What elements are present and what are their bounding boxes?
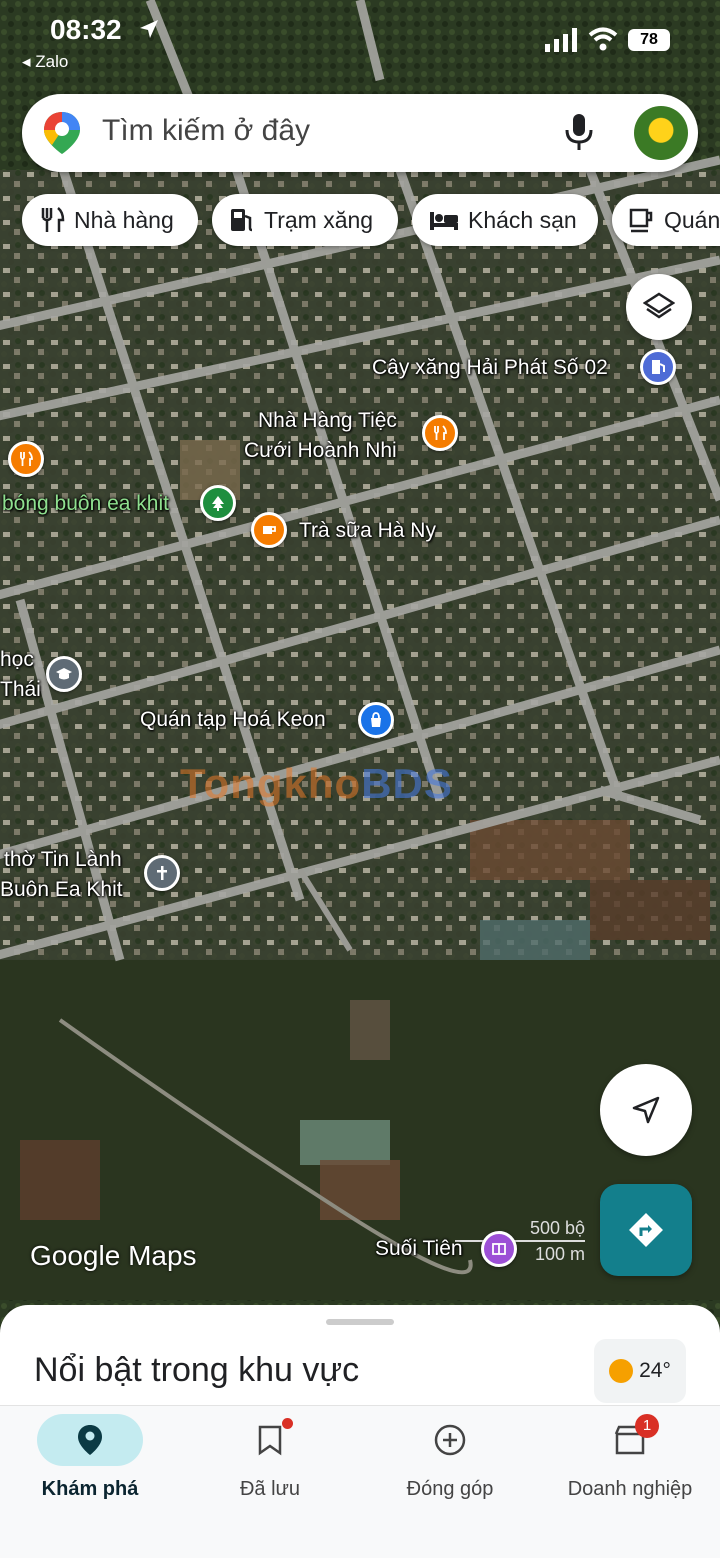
saved-notification-dot	[282, 1418, 293, 1429]
cross-icon	[157, 866, 167, 880]
attraction-pin[interactable]	[481, 1231, 517, 1267]
weather-chip[interactable]: 24°	[594, 1339, 686, 1403]
signal-icon	[545, 28, 577, 52]
avatar[interactable]	[634, 106, 688, 160]
tree-icon	[212, 496, 224, 511]
microphone-icon[interactable]	[562, 112, 596, 154]
back-to-app-link[interactable]: ◂ Zalo	[22, 52, 68, 72]
directions-icon	[629, 1213, 663, 1247]
nav-explore[interactable]: Khám phá	[0, 1406, 180, 1501]
place-label-park[interactable]: bóng buôn ea khit	[2, 492, 169, 516]
chip-restaurant[interactable]: Nhà hàng	[22, 194, 198, 246]
nav-explore-indicator	[37, 1414, 143, 1466]
place-label-gas-station[interactable]: Cây xăng Hải Phát Số 02	[372, 356, 608, 380]
shopping-bag-icon	[371, 712, 381, 727]
search-input[interactable]: Tìm kiếm ở đây	[102, 114, 310, 148]
park-pin[interactable]	[200, 485, 236, 521]
place-label-waterfall[interactable]: Suối Tiên	[375, 1237, 463, 1261]
nav-label: Doanh nghiệp	[567, 1478, 693, 1500]
google-maps-pin-logo	[44, 112, 80, 154]
nav-saved-indicator	[217, 1414, 323, 1466]
place-label-school-line2[interactable]: Thái	[0, 678, 41, 702]
business-badge: 1	[635, 1414, 659, 1438]
chip-hotel[interactable]: Khách sạn	[412, 194, 598, 246]
nav-contribute[interactable]: Đóng góp	[360, 1406, 540, 1501]
chip-label: Khách sạn	[468, 206, 577, 233]
wifi-icon	[588, 27, 618, 51]
nav-contribute-indicator	[397, 1414, 503, 1466]
chip-cafe[interactable]: Quán	[612, 194, 720, 246]
cafe-pin[interactable]	[251, 512, 287, 548]
search-bar[interactable]: Tìm kiếm ở đây	[22, 94, 698, 172]
restaurant-pin-left[interactable]	[8, 441, 44, 477]
nav-label: Khám phá	[41, 1478, 139, 1500]
temperature: 24°	[639, 1359, 671, 1382]
chip-gas-station[interactable]: Trạm xăng	[212, 194, 398, 246]
gas-station-icon	[231, 209, 253, 232]
nav-label: Đóng góp	[406, 1478, 494, 1500]
cafe-icon	[629, 208, 653, 233]
status-time: 08:32	[50, 14, 122, 45]
nav-business[interactable]: 1 Doanh nghiệp	[540, 1406, 720, 1501]
layers-icon	[643, 292, 675, 319]
layers-button[interactable]	[626, 274, 692, 340]
gas-station-pin[interactable]	[640, 349, 676, 385]
watermark-part1: Tongkho	[180, 760, 362, 807]
location-arrow-icon	[140, 20, 158, 38]
battery-level: 78	[628, 29, 670, 51]
place-label-tea-shop[interactable]: Trà sữa Hà Ny	[299, 519, 436, 543]
chip-label: Nhà hàng	[74, 206, 174, 233]
graduation-cap-icon	[56, 668, 72, 680]
school-pin[interactable]	[46, 656, 82, 692]
nav-business-indicator: 1	[577, 1414, 683, 1466]
place-label-school-line1[interactable]: học	[0, 648, 34, 672]
place-label-church-line2[interactable]: Buôn Ea Khit	[0, 878, 123, 902]
map-scale: 500 bộ 100 m	[455, 1218, 585, 1268]
restaurant-pin[interactable]	[422, 415, 458, 451]
place-label-restaurant-line1[interactable]: Nhà Hàng Tiệc	[258, 409, 397, 433]
place-label-church-line1[interactable]: thờ Tin Lành	[4, 848, 122, 872]
watermark-part2: BDS	[361, 760, 453, 807]
hotel-icon	[430, 212, 458, 230]
add-circle-icon	[434, 1424, 466, 1456]
fork-knife-icon	[434, 425, 447, 440]
coffee-cup-icon	[263, 526, 276, 534]
chip-label: Trạm xăng	[264, 206, 374, 233]
place-label-grocery[interactable]: Quán tạp Hoá Keon	[140, 708, 326, 732]
directions-button[interactable]	[600, 1184, 692, 1276]
restaurant-icon	[41, 207, 65, 232]
fork-knife-icon	[20, 451, 33, 466]
navigation-arrow-icon	[632, 1096, 660, 1124]
sheet-title: Nổi bật trong khu vực	[34, 1351, 360, 1389]
my-location-button[interactable]	[600, 1064, 692, 1156]
church-pin[interactable]	[144, 855, 180, 891]
scale-metric: 100 m	[534, 1244, 585, 1264]
place-label-restaurant-line2[interactable]: Cưới Hoành Nhi	[244, 439, 397, 463]
gas-pump-icon	[652, 360, 665, 374]
explore-pin-icon	[78, 1425, 102, 1455]
sheet-drag-handle[interactable]	[326, 1319, 394, 1325]
attraction-icon	[492, 1243, 506, 1255]
chip-label: Quán	[664, 206, 720, 233]
nav-label: Đã lưu	[239, 1478, 301, 1500]
bookmark-icon	[258, 1425, 282, 1456]
status-bar: 08:32 ◂ Zalo 78	[0, 0, 720, 80]
bottom-navigation: Khám phá Đã lưu Đóng góp 1 Doanh nghiệp	[0, 1405, 720, 1558]
sun-icon	[609, 1359, 634, 1383]
google-maps-logo: Google Maps	[30, 1240, 197, 1271]
scale-imperial: 500 bộ	[529, 1218, 585, 1238]
shopping-pin[interactable]	[358, 702, 394, 738]
nav-saved[interactable]: Đã lưu	[180, 1406, 360, 1501]
watermark: TongkhoBDS	[180, 760, 453, 808]
